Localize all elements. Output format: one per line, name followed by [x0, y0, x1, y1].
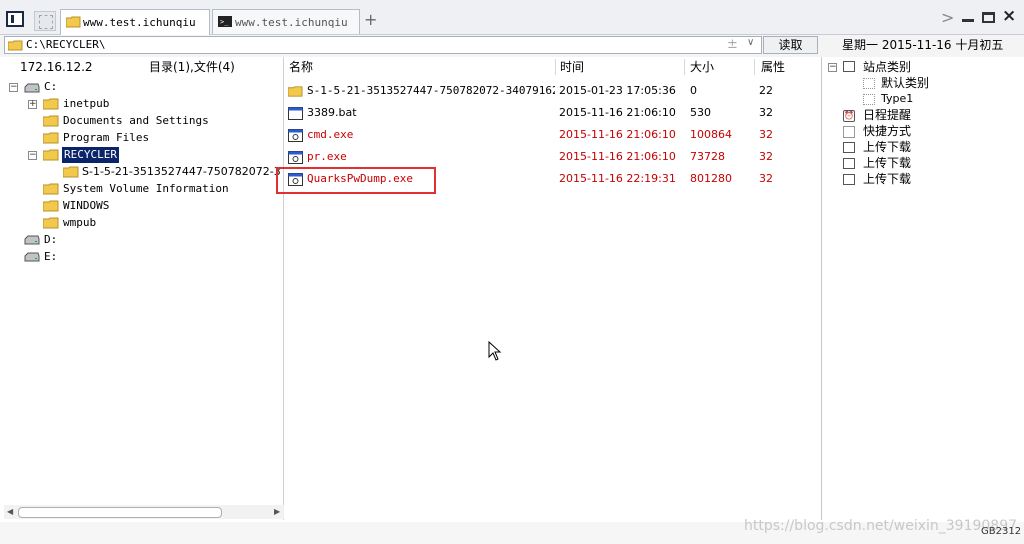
status-bar: https://blog.csdn.net/weixin_39190897 GB…: [0, 518, 1024, 544]
expand-icon[interactable]: +: [28, 100, 37, 109]
scroll-right-icon[interactable]: ▶: [274, 507, 280, 516]
server-ip: 172.16.12.2: [20, 60, 93, 74]
folder-icon: [43, 217, 59, 229]
new-tab-icon[interactable]: +: [364, 12, 377, 28]
watermark: https://blog.csdn.net/weixin_39190897: [744, 518, 1018, 534]
file-size: 73728: [690, 150, 725, 163]
blank-tab-icon[interactable]: [34, 11, 56, 31]
dropdown-arrow-icon[interactable]: ∨: [747, 37, 754, 48]
clock-icon: ⏰: [843, 110, 855, 122]
tab-label: www.test.ichunqiu: [235, 16, 348, 29]
file-size: 100864: [690, 128, 732, 141]
folder-open-icon: [43, 149, 59, 161]
folder-icon: [43, 183, 59, 195]
date-display: 星期一 2015-11-16 十月初五: [842, 38, 1004, 52]
folder-icon: [63, 166, 79, 178]
minimize-icon[interactable]: [962, 19, 974, 22]
directory-tree-panel: 172.16.12.2 目录(1),文件(4) − C: + inetpub D…: [4, 57, 284, 520]
tree-item-transfer-1[interactable]: 上传下载: [863, 139, 911, 155]
column-header-name[interactable]: 名称: [289, 57, 555, 77]
bookmark-add-icon[interactable]: ±: [727, 37, 738, 52]
file-attr: 32: [759, 150, 773, 163]
tree-item-shortcuts[interactable]: 快捷方式: [863, 123, 911, 139]
file-time: 2015-11-16 21:06:10: [559, 128, 676, 141]
category-icon: [863, 94, 875, 105]
drive-icon: [24, 252, 40, 262]
path-text: C:\RECYCLER\: [26, 38, 106, 51]
tree-item-recycler[interactable]: RECYCLER: [62, 147, 119, 163]
tree-item-program-files[interactable]: Program Files: [63, 128, 149, 148]
file-name[interactable]: 3389.bat: [307, 103, 357, 123]
file-size: 530: [690, 106, 711, 119]
file-time: 2015-11-16 21:06:10: [559, 106, 676, 119]
mouse-cursor-icon: [488, 341, 502, 361]
tree-item-e[interactable]: E:: [44, 247, 57, 267]
file-time: 2015-11-16 21:06:10: [559, 150, 676, 163]
file-list-panel: 名称 时间 大小 属性 S-1-5-21-3513527447-75078207…: [284, 57, 820, 520]
tree-item-c[interactable]: C:: [44, 77, 57, 97]
column-header-time[interactable]: 时间: [560, 57, 584, 77]
tree-item-transfer-2[interactable]: 上传下载: [863, 155, 911, 171]
folder-icon: [43, 98, 59, 110]
file-name[interactable]: pr.exe: [307, 147, 347, 167]
executable-icon: [288, 129, 303, 142]
maximize-icon[interactable]: [982, 12, 995, 23]
tree-item-site-category[interactable]: 站点类别: [863, 59, 911, 75]
chevron-right-icon[interactable]: >: [941, 10, 954, 26]
folder-icon: [66, 16, 81, 28]
collapse-icon[interactable]: −: [9, 83, 18, 92]
file-size: 801280: [690, 172, 732, 185]
folder-icon: [8, 40, 23, 51]
file-size: 0: [690, 84, 697, 97]
batch-file-icon: [288, 107, 303, 120]
terminal-icon: >_: [218, 16, 232, 27]
collapse-icon[interactable]: −: [28, 151, 37, 160]
scroll-left-icon[interactable]: ◀: [7, 507, 13, 516]
tree-item-transfer-3[interactable]: 上传下载: [863, 171, 911, 187]
file-name[interactable]: cmd.exe: [307, 125, 353, 145]
folder-icon: [43, 115, 59, 127]
path-input[interactable]: C:\RECYCLER\ ± ∨: [4, 36, 762, 54]
highlight-box: [276, 167, 436, 194]
transfer-icon: [843, 158, 855, 169]
tree-item-wmpub[interactable]: wmpub: [63, 213, 96, 233]
side-panel: 星期一 2015-11-16 十月初五 − 站点类别 默认类别 Type1 ⏰ …: [821, 38, 1019, 520]
tree-item-schedule[interactable]: 日程提醒: [863, 107, 911, 123]
dir-summary: 目录(1),文件(4): [149, 60, 235, 74]
scroll-thumb[interactable]: [18, 507, 222, 518]
transfer-icon: [843, 142, 855, 153]
file-name[interactable]: S-1-5-21-3513527447-750782072-34079162..…: [307, 81, 555, 101]
drive-icon: [24, 235, 40, 245]
tree-horizontal-scrollbar[interactable]: ◀ ▶: [4, 505, 284, 519]
tab-site-1[interactable]: www.test.ichunqiu: [60, 9, 210, 35]
close-icon[interactable]: ×: [1002, 8, 1016, 25]
sidebar-toggle-icon[interactable]: [6, 11, 24, 27]
read-button[interactable]: 读取: [763, 36, 818, 54]
file-attr: 32: [759, 106, 773, 119]
file-time: 2015-01-23 17:05:36: [559, 84, 676, 97]
file-time: 2015-11-16 22:19:31: [559, 172, 676, 185]
tab-label: www.test.ichunqiu: [83, 16, 196, 29]
svg-text:>_: >_: [220, 18, 229, 26]
collapse-icon[interactable]: −: [828, 63, 837, 72]
encoding-indicator[interactable]: GB2312: [981, 526, 1021, 537]
drive-icon: [24, 83, 40, 93]
column-header-size[interactable]: 大小: [690, 57, 714, 77]
folder-icon: [43, 200, 59, 212]
tree-item-type1[interactable]: Type1: [881, 91, 913, 107]
file-attr: 32: [759, 172, 773, 185]
shortcut-icon: [843, 126, 855, 138]
tab-bar: www.test.ichunqiu >_ www.test.ichunqiu +…: [0, 0, 1024, 35]
file-attr: 22: [759, 84, 773, 97]
tree-item-default-category[interactable]: 默认类别: [881, 75, 929, 91]
category-icon: [863, 78, 875, 89]
file-attr: 32: [759, 128, 773, 141]
transfer-icon: [843, 174, 855, 185]
folder-icon: [288, 86, 303, 97]
category-icon: [843, 61, 855, 72]
column-header-attr[interactable]: 属性: [761, 57, 785, 77]
tab-site-2[interactable]: >_ www.test.ichunqiu: [212, 9, 360, 34]
executable-icon: [288, 151, 303, 164]
folder-icon: [43, 132, 59, 144]
